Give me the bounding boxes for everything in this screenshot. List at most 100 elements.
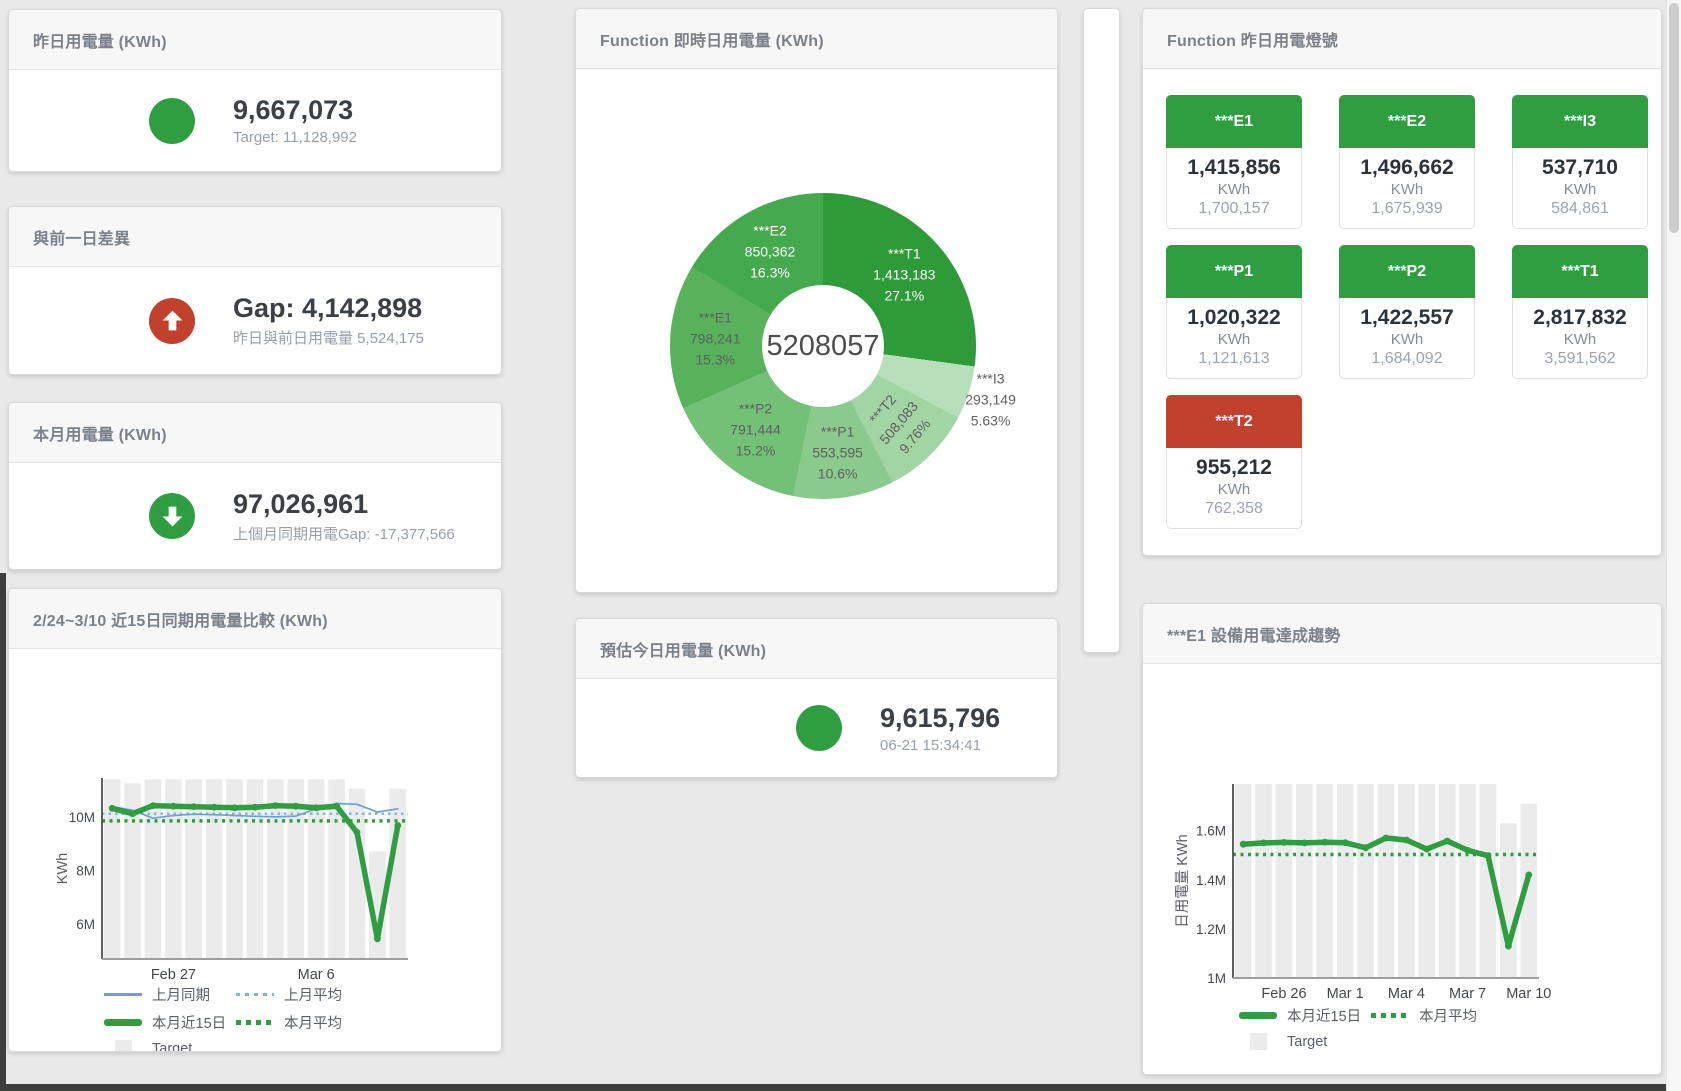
status-tile: ***T1 2,817,832 KWh 3,591,562 xyxy=(1512,245,1648,379)
legend-label: Target xyxy=(152,1041,192,1053)
tile-name: ***I3 xyxy=(1512,95,1648,148)
tile-value: 537,710 xyxy=(1513,156,1647,180)
panel-header[interactable]: 2/24~3/10 近15日同期用電量比較 (KWh) xyxy=(9,589,501,649)
panel-header[interactable]: 本月用電量 (KWh) xyxy=(9,403,501,463)
tile-target-value: 1,684,092 xyxy=(1340,350,1474,368)
status-tile: ***P1 1,020,322 KWh 1,121,613 xyxy=(1166,245,1302,379)
legend-label: 本月近15日 xyxy=(152,1012,226,1033)
legend-item[interactable]: 上月同期 xyxy=(104,984,236,1005)
status-tile: ***E2 1,496,662 KWh 1,675,939 xyxy=(1339,95,1475,229)
panel-header[interactable]: 預估今日用電量 (KWh) xyxy=(576,619,1057,679)
legend-row: Target xyxy=(1239,1033,1661,1050)
legend-label: 本月平均 xyxy=(1419,1005,1477,1026)
trend-chart[interactable]: 1M1.2M1.4M1.6MFeb 26Mar 1Mar 4Mar 7Mar 1… xyxy=(1143,664,1659,1002)
donut-center-total: 5208057 xyxy=(767,330,880,363)
tile-value: 1,020,322 xyxy=(1167,306,1301,330)
tile-unit: KWh xyxy=(1167,481,1301,498)
svg-text:Mar 7: Mar 7 xyxy=(1449,986,1486,1002)
stat-row: 97,026,961 上個月同期用電Gap: -17,377,566 xyxy=(9,463,501,569)
tile-unit: KWh xyxy=(1167,331,1301,348)
donut-slice-label: ***P1553,59510.6% xyxy=(812,422,863,485)
legend-item[interactable]: 上月平均 xyxy=(236,984,342,1005)
legend-row: Target xyxy=(104,1040,501,1052)
tile-value: 1,496,662 xyxy=(1340,156,1474,180)
legend-row: 本月近15日 本月平均 xyxy=(1239,1005,1661,1026)
arrow-icon xyxy=(159,307,186,334)
legend-item[interactable]: 本月平均 xyxy=(236,1012,342,1033)
tile-name: ***T1 xyxy=(1512,245,1648,298)
panel-header[interactable]: ***E1 設備用電達成趨勢 xyxy=(1143,604,1661,664)
donut-hole: 5208057 xyxy=(762,285,884,407)
legend-swatch-dash-green xyxy=(236,1020,274,1025)
stat-timestamp: 06-21 15:34:41 xyxy=(880,737,1000,754)
svg-text:8M: 8M xyxy=(76,864,95,879)
stat-value: 97,026,961 xyxy=(233,489,455,520)
stat-subtext: 昨日與前日用電量 5,524,175 xyxy=(233,327,424,348)
legend-item[interactable]: 本月平均 xyxy=(1371,1005,1477,1026)
status-tile: ***P2 1,422,557 KWh 1,684,092 xyxy=(1339,245,1475,379)
panel-yesterday-usage: 昨日用電量 (KWh) 9,667,073 Target: 11,128,992 xyxy=(8,9,502,172)
svg-text:1.2M: 1.2M xyxy=(1196,922,1226,937)
tile-name: ***P2 xyxy=(1339,245,1475,298)
chart-legend: 上月同期上月平均本月近15日 本月平均 Target xyxy=(9,984,501,1052)
svg-text:Mar 10: Mar 10 xyxy=(1506,986,1551,1002)
tile-unit: KWh xyxy=(1167,181,1301,198)
donut-slice-label: ***E2850,36216.3% xyxy=(745,220,796,283)
arrow-up-circle-icon xyxy=(149,298,195,344)
status-tile: ***E1 1,415,856 KWh 1,700,157 xyxy=(1166,95,1302,229)
donut-chart: 5208057 ***T11,413,18327.1%***I3293,1495… xyxy=(670,193,976,499)
arrow-icon xyxy=(159,503,186,530)
svg-text:KWh: KWh xyxy=(55,853,71,884)
stat-subtext: Target: 11,128,992 xyxy=(233,129,357,146)
legend-item[interactable]: 本月近15日 xyxy=(1239,1005,1371,1026)
panel-header[interactable]: 昨日用電量 (KWh) xyxy=(9,10,501,70)
legend-item[interactable]: Target xyxy=(104,1040,236,1052)
panel-title: 本月用電量 (KWh) xyxy=(33,421,167,445)
tile-name: ***E2 xyxy=(1339,95,1475,148)
donut-slice-label: ***T11,413,18327.1% xyxy=(873,243,935,306)
svg-text:10M: 10M xyxy=(69,810,95,825)
panel-header[interactable]: Function 即時日用電量 (KWh) xyxy=(576,9,1057,69)
stat-subtext: 上個月同期用電Gap: -17,377,566 xyxy=(233,523,455,544)
legend-swatch-square-gray xyxy=(1239,1033,1277,1050)
status-circle-icon xyxy=(796,705,842,751)
scrollbar-thumb[interactable] xyxy=(1669,3,1679,233)
legend-item[interactable]: 本月近15日 xyxy=(104,1012,236,1033)
legend-label: 本月平均 xyxy=(284,1012,342,1033)
legend-label: Target xyxy=(1287,1034,1327,1050)
panel-day-gap: 與前一日差異 Gap: 4,142,898 昨日與前日用電量 5,524,175 xyxy=(8,206,502,375)
vertical-scrollbar[interactable] xyxy=(1666,0,1681,1091)
stat-value: 9,667,073 xyxy=(233,95,357,126)
donut-slice-label: ***E1798,24115.3% xyxy=(690,308,741,371)
legend-item[interactable]: Target xyxy=(1239,1033,1371,1050)
tile-name: ***P1 xyxy=(1166,245,1302,298)
panel-header[interactable]: Function 昨日用電燈號 xyxy=(1143,9,1661,69)
panel-title: Function 昨日用電燈號 xyxy=(1167,27,1338,51)
tile-unit: KWh xyxy=(1340,181,1474,198)
tile-value: 955,212 xyxy=(1167,456,1301,480)
stat-value: Gap: 4,142,898 xyxy=(233,293,424,324)
svg-text:1.6M: 1.6M xyxy=(1196,824,1226,839)
panel-title: Function 即時日用電量 (KWh) xyxy=(600,27,824,51)
tile-unit: KWh xyxy=(1513,181,1647,198)
legend-row: 本月近15日 本月平均 xyxy=(104,1012,501,1033)
svg-text:Mar 1: Mar 1 xyxy=(1327,986,1364,1002)
donut-slice-label: ***I3293,1495.63% xyxy=(965,368,1016,431)
panel-title: 預估今日用電量 (KWh) xyxy=(600,637,766,661)
panel-title: 與前一日差異 xyxy=(33,225,130,249)
panel-title: 2/24~3/10 近15日同期用電量比較 (KWh) xyxy=(33,607,328,631)
comparison-chart[interactable]: 6M8M10MFeb 27Mar 6KWh xyxy=(9,649,499,981)
panel-header[interactable]: 與前一日差異 xyxy=(9,207,501,267)
tile-target-value: 3,591,562 xyxy=(1513,350,1647,368)
status-tile: ***I3 537,710 KWh 584,861 xyxy=(1512,95,1648,229)
tile-unit: KWh xyxy=(1513,331,1647,348)
svg-text:1M: 1M xyxy=(1207,971,1226,986)
panel-title: 昨日用電量 (KWh) xyxy=(33,28,167,52)
tile-name: ***E1 xyxy=(1166,95,1302,148)
legend-swatch-line-green-thick xyxy=(104,1019,142,1026)
tile-value: 2,817,832 xyxy=(1513,306,1647,330)
tile-name: ***T2 xyxy=(1166,395,1302,448)
stat-row: Gap: 4,142,898 昨日與前日用電量 5,524,175 xyxy=(9,267,501,374)
panel-estimated-today: 預估今日用電量 (KWh) 9,615,796 06-21 15:34:41 xyxy=(575,618,1058,778)
tile-target-value: 584,861 xyxy=(1513,200,1647,218)
